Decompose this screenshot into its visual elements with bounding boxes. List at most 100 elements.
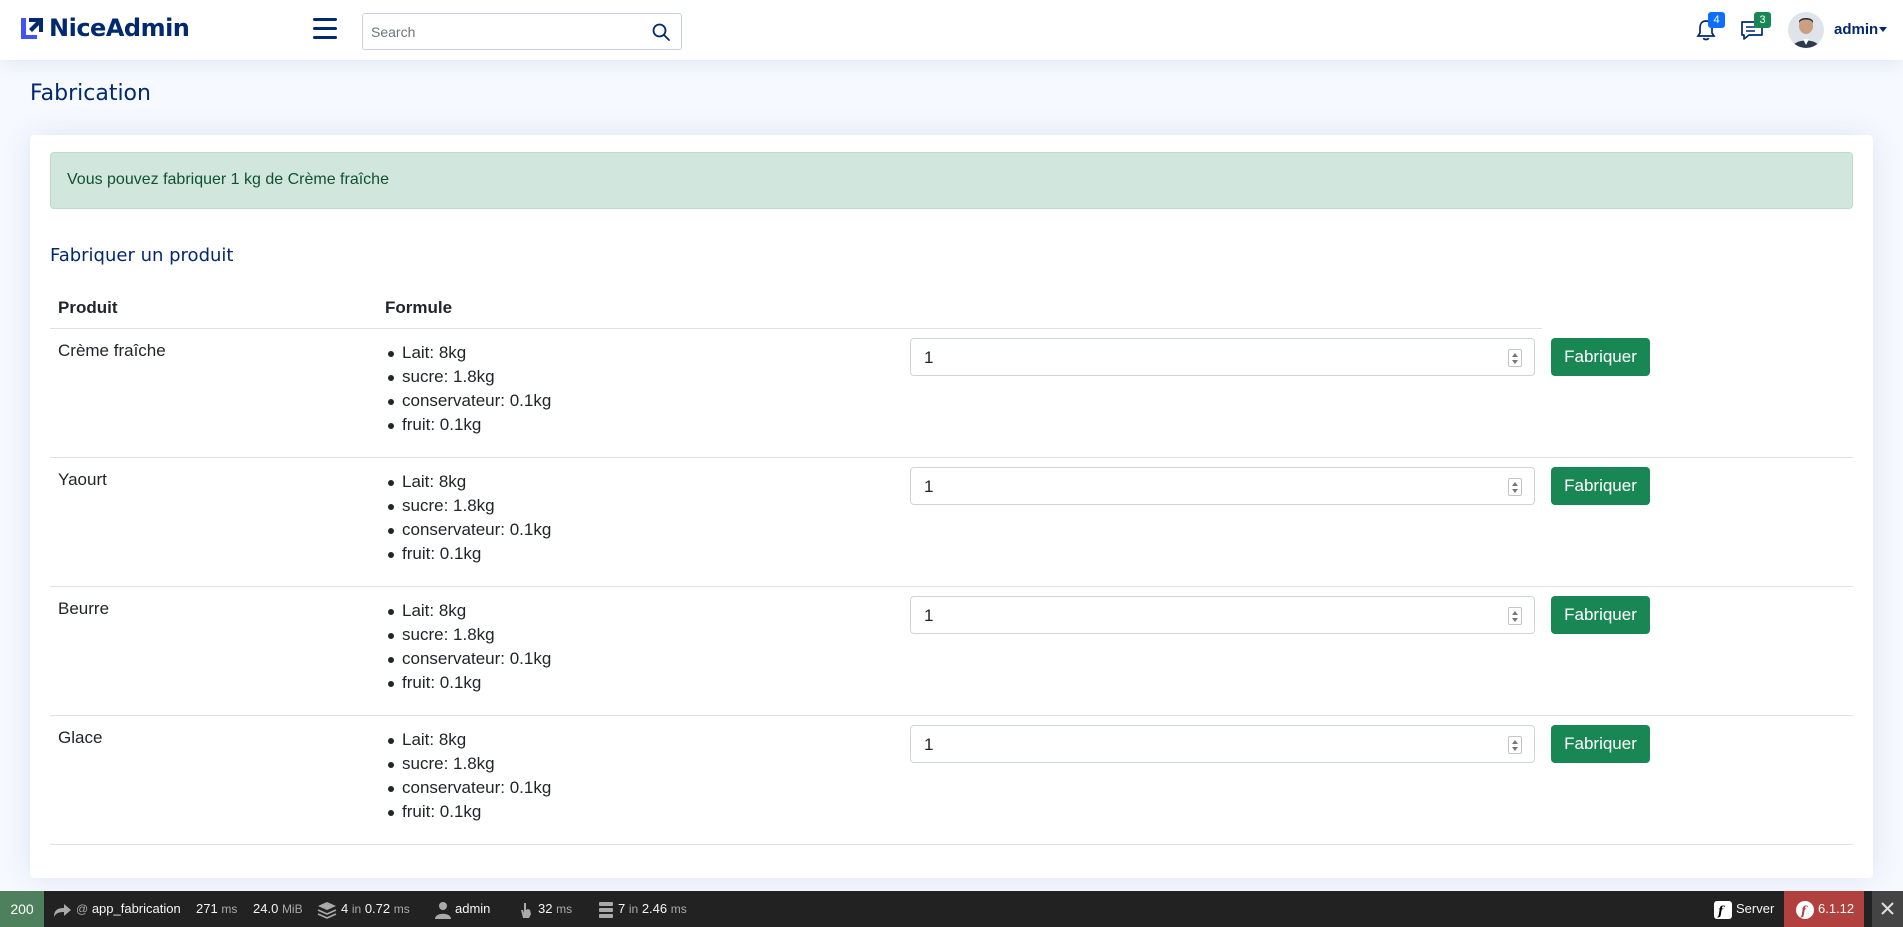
fabriquer-button[interactable]: Fabriquer <box>1551 596 1650 634</box>
table-row: Yaourt Lait: 8kg sucre: 1.8kg conservate… <box>50 458 1853 587</box>
quantity-stepper-icon[interactable] <box>1508 607 1522 625</box>
formula-item: Lait: 8kg <box>387 470 551 494</box>
fabriquer-button[interactable]: Fabriquer <box>1551 467 1650 505</box>
user-icon <box>435 901 451 919</box>
user-avatar-icon <box>1788 12 1824 48</box>
formula-item: Lait: 8kg <box>387 599 551 623</box>
toolbar-user: admin <box>455 901 491 916</box>
cache-unit: ms <box>556 902 573 916</box>
section-title: Fabriquer un produit <box>50 245 234 266</box>
formula-item: fruit: 0.1kg <box>387 542 551 566</box>
server-panel[interactable]: f Server <box>1714 891 1774 927</box>
formula-item: fruit: 0.1kg <box>387 800 551 824</box>
notifications-bell[interactable]: 4 <box>1693 12 1725 43</box>
db-time: 2.46 <box>641 901 668 916</box>
formula-item: sucre: 1.8kg <box>387 623 551 647</box>
product-name: Glace <box>58 728 103 747</box>
quantity-input[interactable]: 1 <box>910 338 1535 376</box>
redirect-arrow-icon <box>54 903 71 917</box>
fabrication-card: Vous pouvez fabriquer 1 kg de Crème fraî… <box>30 135 1873 878</box>
quantity-value: 1 <box>924 477 934 496</box>
product-name: Beurre <box>58 599 110 618</box>
db-in: in <box>628 902 639 916</box>
chevron-down-icon[interactable] <box>1879 27 1887 32</box>
security-user[interactable]: admin <box>435 891 490 927</box>
column-header-formule: Formule <box>385 298 453 317</box>
messages-badge: 3 <box>1754 12 1771 28</box>
formula-item: fruit: 0.1kg <box>387 413 551 437</box>
close-toolbar-button[interactable] <box>1872 891 1903 927</box>
product-name: Yaourt <box>58 470 107 489</box>
request-time[interactable]: 271 ms <box>196 891 237 927</box>
time-value: 271 <box>196 901 218 916</box>
table-row: Beurre Lait: 8kg sucre: 1.8kg conservate… <box>50 587 1853 716</box>
symfony-version[interactable]: f 6.1.12 <box>1784 891 1864 927</box>
formula-list: Lait: 8kg sucre: 1.8kg conservateur: 0.1… <box>387 470 551 566</box>
server-label: Server <box>1736 901 1775 916</box>
quantity-value: 1 <box>924 735 934 754</box>
fabriquer-button[interactable]: Fabriquer <box>1551 725 1650 763</box>
quantity-stepper-icon[interactable] <box>1508 349 1522 367</box>
messages-button[interactable]: 3 <box>1739 12 1771 43</box>
search-bar <box>362 13 682 50</box>
database-panel[interactable]: 7 in 2.46 ms <box>598 891 687 927</box>
db-unit: ms <box>670 902 687 916</box>
formula-list: Lait: 8kg sucre: 1.8kg conservateur: 0.1… <box>387 599 551 695</box>
symfony-sf-icon: f <box>1714 900 1732 919</box>
twig-panel[interactable]: 4 in 0.72 ms <box>317 891 410 927</box>
avatar[interactable] <box>1788 12 1824 48</box>
formula-item: Lait: 8kg <box>387 341 551 365</box>
user-menu-name[interactable]: admin <box>1834 21 1878 38</box>
formula-item: fruit: 0.1kg <box>387 671 551 695</box>
time-unit: ms <box>221 902 238 916</box>
formula-item: conservateur: 0.1kg <box>387 776 551 800</box>
formula-item: conservateur: 0.1kg <box>387 647 551 671</box>
quantity-stepper-icon[interactable] <box>1508 736 1522 754</box>
success-alert: Vous pouvez fabriquer 1 kg de Crème fraî… <box>50 152 1853 209</box>
quantity-stepper-icon[interactable] <box>1508 478 1522 496</box>
quantity-input[interactable]: 1 <box>910 725 1535 763</box>
database-icon <box>599 901 613 918</box>
quantity-value: 1 <box>924 348 934 367</box>
quantity-input[interactable]: 1 <box>910 467 1535 505</box>
route-name: app_fabrication <box>91 901 181 916</box>
cache-value: 32 <box>538 901 553 916</box>
sidebar-toggle-icon[interactable] <box>313 18 337 40</box>
db-count: 7 <box>618 901 626 916</box>
table-row: Glace Lait: 8kg sucre: 1.8kg conservateu… <box>50 716 1853 845</box>
logo-icon <box>21 18 43 39</box>
memory-usage[interactable]: 24.0 MiB <box>253 891 303 927</box>
quantity-input[interactable]: 1 <box>910 596 1535 634</box>
formula-item: sucre: 1.8kg <box>387 365 551 389</box>
page-title: Fabrication <box>30 81 151 106</box>
formula-item: conservateur: 0.1kg <box>387 518 551 542</box>
fabriquer-button[interactable]: Fabriquer <box>1551 338 1650 376</box>
cache-panel[interactable]: 32 ms <box>518 891 572 927</box>
formula-item: Lait: 8kg <box>387 728 551 752</box>
formula-item: sucre: 1.8kg <box>387 494 551 518</box>
product-name: Crème fraîche <box>58 341 166 360</box>
formula-list: Lait: 8kg sucre: 1.8kg conservateur: 0.1… <box>387 341 551 437</box>
layers-icon <box>317 901 337 919</box>
formula-list: Lait: 8kg sucre: 1.8kg conservateur: 0.1… <box>387 728 551 824</box>
memory-unit: MiB <box>281 902 303 916</box>
route-info[interactable]: @ app_fabrication <box>52 891 181 927</box>
brand-name: NiceAdmin <box>49 14 190 42</box>
column-header-produit: Produit <box>58 298 118 317</box>
twig-time: 0.72 <box>364 901 391 916</box>
memory-value: 24.0 <box>253 901 279 916</box>
brand-logo[interactable]: NiceAdmin <box>19 14 190 42</box>
hand-pointer-icon <box>521 902 531 918</box>
formula-item: conservateur: 0.1kg <box>387 389 551 413</box>
symfony-logo-icon: f <box>1796 900 1814 919</box>
twig-unit: ms <box>393 902 410 916</box>
status-code[interactable]: 200 <box>0 891 44 927</box>
version-number: 6.1.12 <box>1818 901 1855 916</box>
search-icon[interactable] <box>651 22 671 42</box>
close-icon <box>1881 902 1894 915</box>
notifications-badge: 4 <box>1708 12 1725 28</box>
top-header: NiceAdmin 4 3 admi <box>0 0 1903 60</box>
twig-count: 4 <box>341 901 349 916</box>
table-row: Crème fraîche Lait: 8kg sucre: 1.8kg con… <box>50 329 1853 458</box>
search-input[interactable] <box>363 14 643 49</box>
